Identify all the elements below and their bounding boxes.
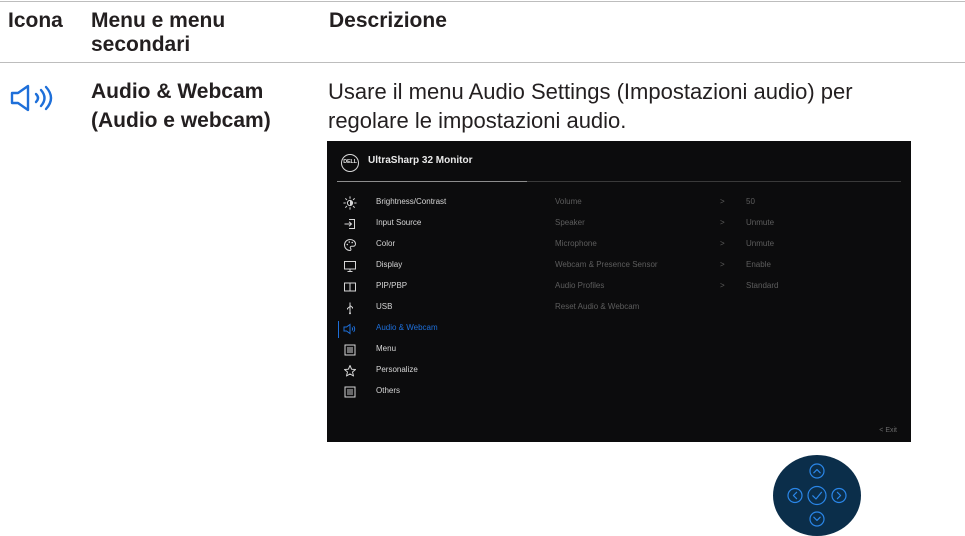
osd-menu-item-label: Menu [376,344,397,353]
osd-submenu-row-audio-profiles[interactable]: Audio Profiles > Standard [555,277,905,298]
osd-menu-item-usb[interactable]: USB [327,298,547,319]
osd-menu-item-label: Brightness/Contrast [376,197,447,206]
osd-submenu-label: Audio Profiles [555,281,605,290]
osd-menu-item-label: PIP/PBP [376,281,408,290]
speaker-icon [10,84,53,112]
osd-submenu-row-speaker[interactable]: Speaker > Unmute [555,214,905,235]
osd-menu-item-label: Input Source [376,218,422,227]
osd-submenu-value: Unmute [746,218,775,227]
star-icon [344,365,356,377]
osd-menu-item-others[interactable]: Others [327,382,547,403]
osd-submenu-value: Enable [746,260,771,269]
active-indicator [338,321,339,338]
osd-exit-button[interactable]: < Exit [879,427,897,434]
osd-menu-item-color[interactable]: Color [327,235,547,256]
brightness-icon [343,196,357,210]
input-source-icon [344,219,355,229]
chevron-right-icon: > [720,260,725,269]
osd-menu-item-label: Audio & Webcam [376,323,438,332]
chevron-right-icon: > [720,218,725,227]
osd-divider-highlight [337,181,527,182]
row-description: Usare il menu Audio Settings (Impostazio… [328,79,853,133]
osd-submenu-value: 50 [746,197,755,206]
others-icon [344,386,356,398]
osd-submenu-row-volume[interactable]: Volume > 50 [555,193,905,214]
osd-screenshot: DELL UltraSharp 32 Monitor Brightness/Co… [327,141,911,442]
osd-menu-item-label: Personalize [376,365,418,374]
row-menu-title: Audio & Webcam (Audio e webcam) [91,80,271,132]
osd-menu-item-pip-pbp[interactable]: PIP/PBP [327,277,547,298]
osd-menu-item-label: Display [376,260,403,269]
osd-submenu-row-webcam-presence[interactable]: Webcam & Presence Sensor > Enable [555,256,905,277]
display-icon [344,261,356,272]
osd-title: UltraSharp 32 Monitor [368,155,473,166]
column-header-menu: Menu e menu secondari [91,9,226,56]
osd-submenu-label: Microphone [555,239,597,248]
osd-menu-item-personalize[interactable]: Personalize [327,361,547,382]
osd-menu-item-audio-webcam[interactable]: Audio & Webcam [327,319,547,340]
osd-menu-item-label: Others [376,386,401,395]
osd-submenu-row-reset[interactable]: Reset Audio & Webcam [555,298,905,319]
dell-logo: DELL [341,154,359,172]
chevron-right-icon: > [720,281,725,290]
chevron-right-icon: > [720,239,725,248]
osd-menu-item-label: Color [376,239,396,248]
osd-submenu-label: Volume [555,197,582,206]
osd-header: DELL UltraSharp 32 Monitor [327,141,911,181]
osd-submenu-value: Unmute [746,239,775,248]
osd-submenu-label: Speaker [555,218,585,227]
osd-menu-item-input-source[interactable]: Input Source [327,214,547,235]
column-header-icon: Icona [8,9,63,32]
osd-menu-item-menu[interactable]: Menu [327,340,547,361]
usb-icon [347,302,353,315]
speaker-icon [343,323,356,335]
osd-menu-item-brightness-contrast[interactable]: Brightness/Contrast [327,193,547,214]
osd-menu-item-label: USB [376,302,393,311]
table-header-rule [0,62,965,63]
chevron-right-icon: > [720,197,725,206]
menu-icon [344,344,356,356]
osd-submenu-label: Webcam & Presence Sensor [555,260,658,269]
joystick-icon [773,455,861,536]
osd-submenu-row-microphone[interactable]: Microphone > Unmute [555,235,905,256]
osd-submenu-label: Reset Audio & Webcam [555,302,640,311]
color-icon [344,238,357,252]
column-header-description: Descrizione [329,9,447,32]
table-top-rule [0,1,965,2]
pip-pbp-icon [344,282,356,292]
osd-menu-item-display[interactable]: Display [327,256,547,277]
osd-submenu-value: Standard [746,281,779,290]
